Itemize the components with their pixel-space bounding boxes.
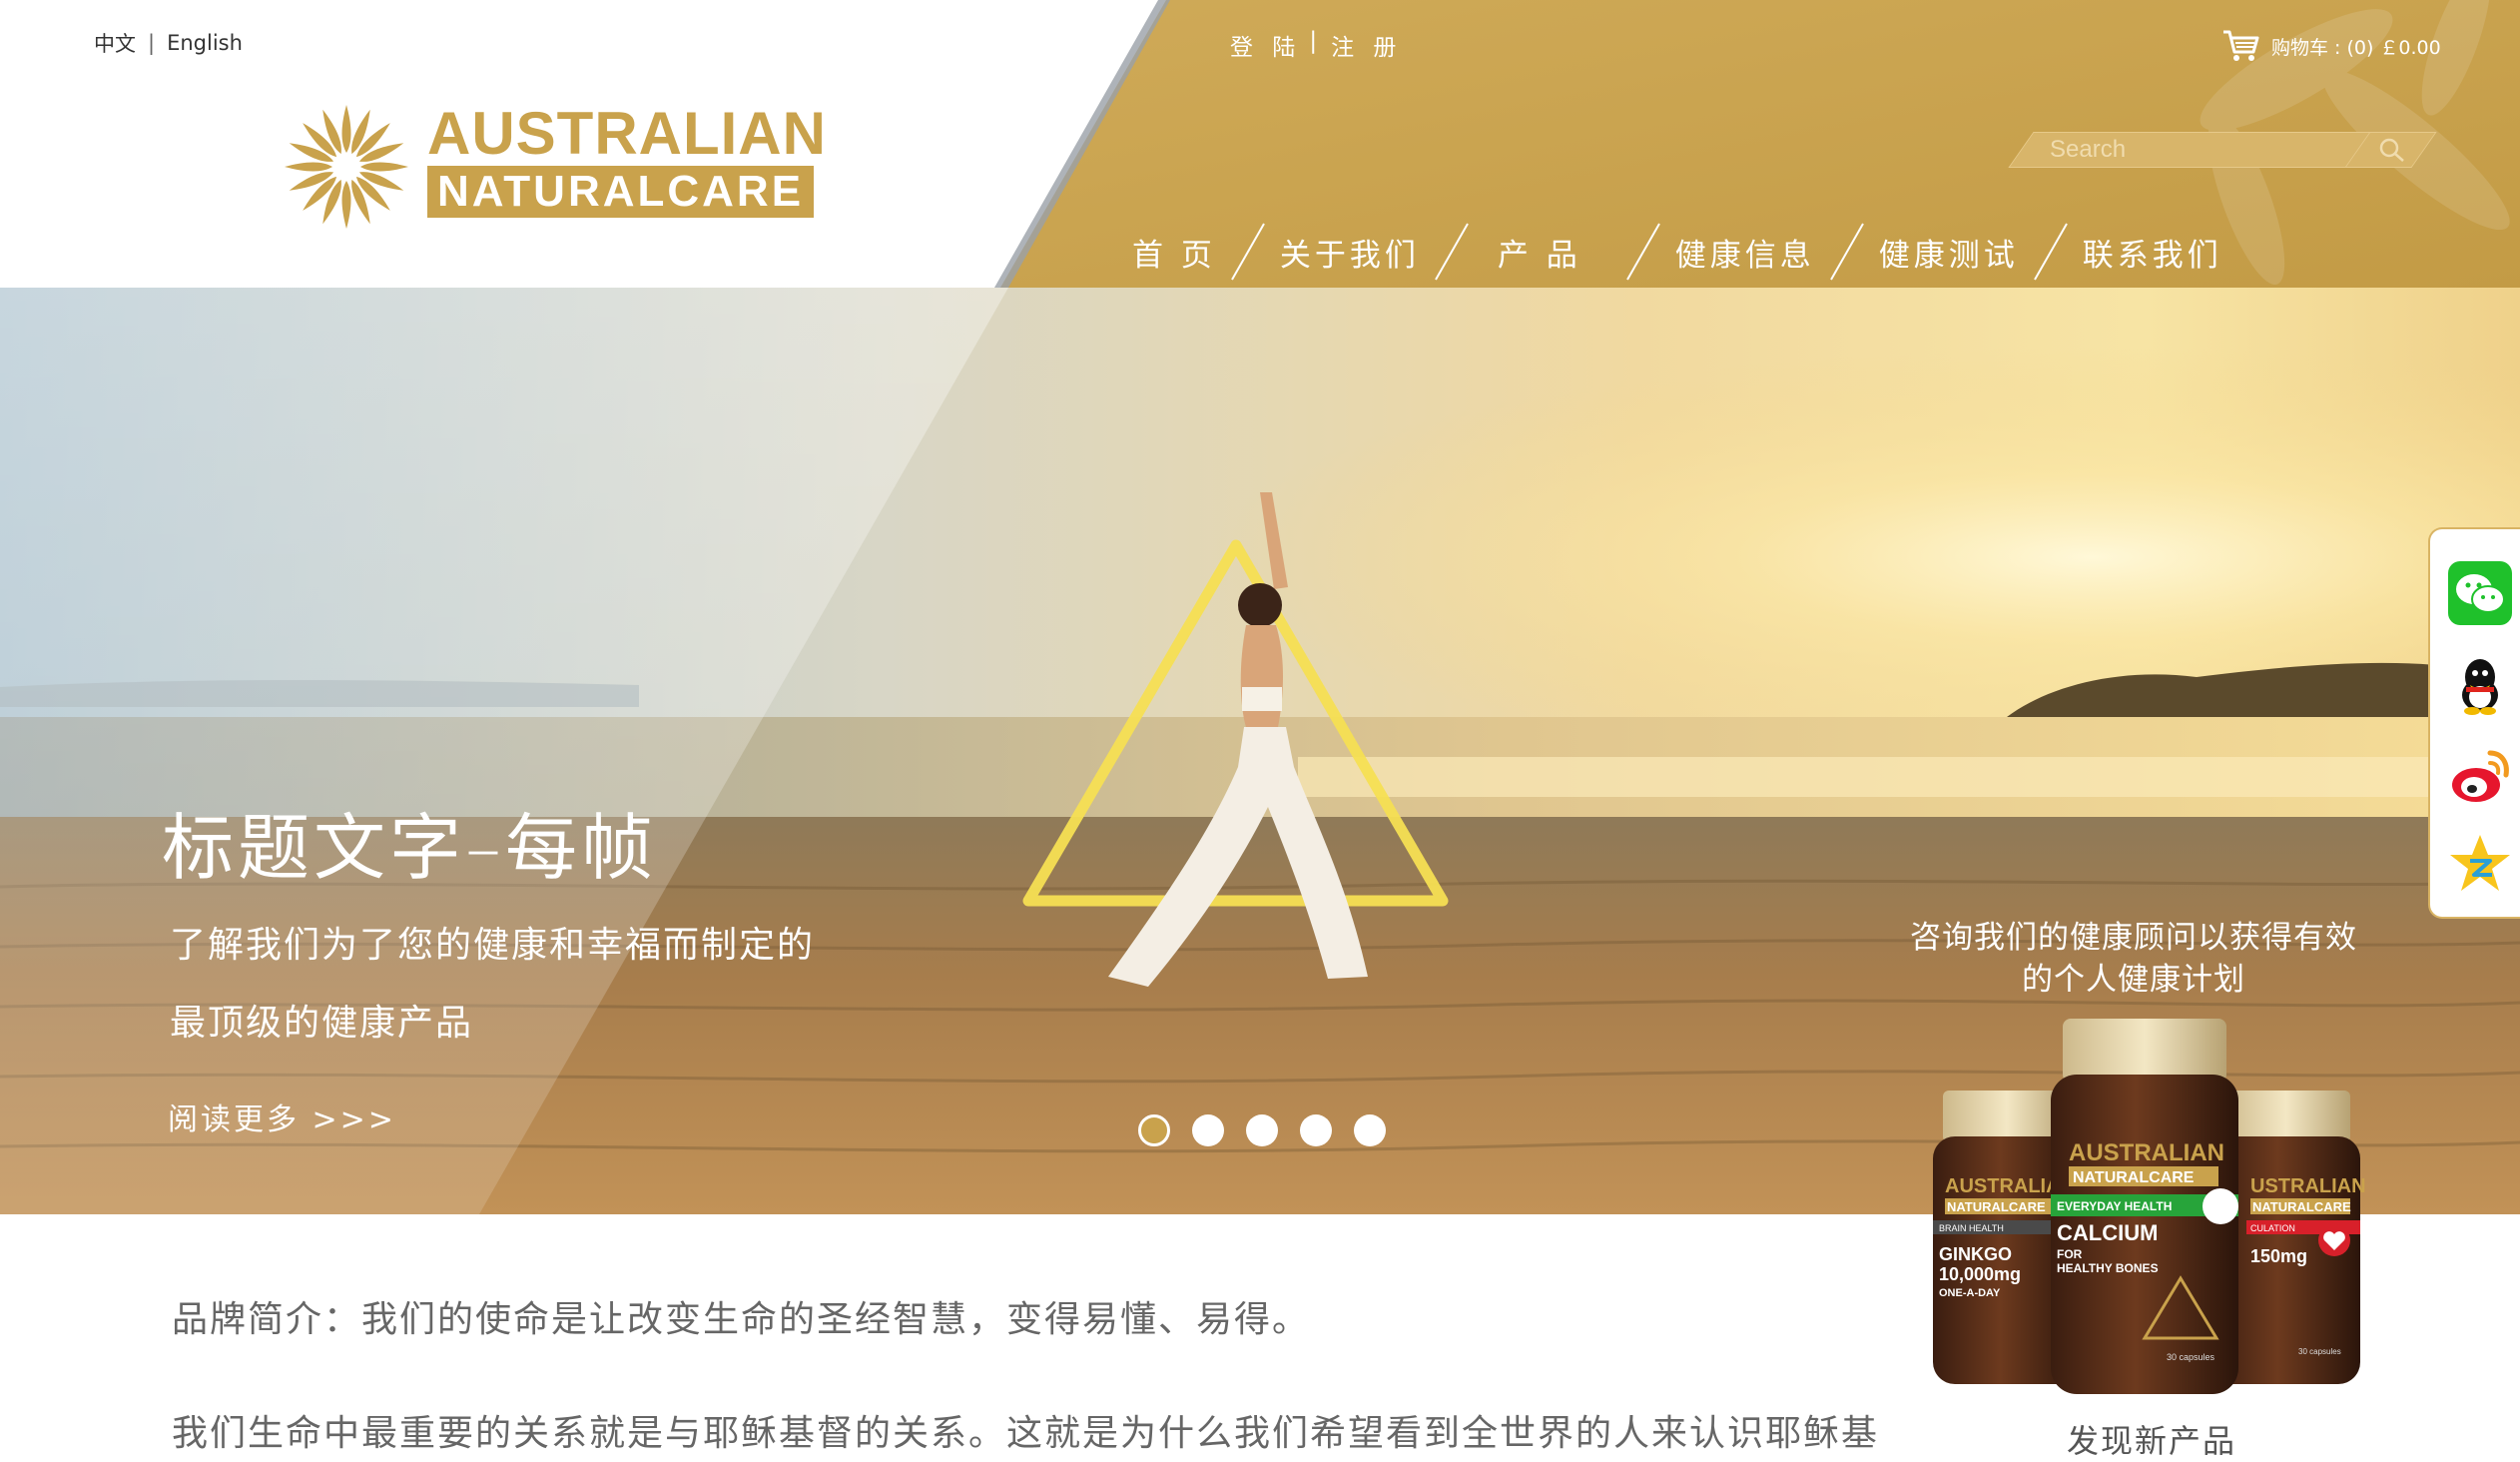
lang-separator: | bbox=[148, 31, 156, 55]
calcium-sub2: HEALTHY BONES bbox=[2057, 1261, 2159, 1275]
qq-icon[interactable] bbox=[2448, 653, 2512, 717]
register-link[interactable]: 注 册 bbox=[1331, 28, 1402, 62]
nav-divider bbox=[1434, 223, 1469, 281]
nav-products[interactable]: 产 品 bbox=[1474, 230, 1621, 275]
nav-divider bbox=[1230, 223, 1265, 281]
search-input[interactable] bbox=[2048, 135, 2347, 165]
slide-dot-5[interactable] bbox=[1354, 1114, 1386, 1146]
slide-dot-4[interactable] bbox=[1300, 1114, 1332, 1146]
qzone-icon[interactable] bbox=[2448, 831, 2512, 895]
slide-description: 了解我们为了您的健康和幸福而制定的 最顶级的健康产品 bbox=[170, 907, 869, 1063]
nav-divider bbox=[2033, 223, 2068, 281]
calcium-brand2: NATURALCARE bbox=[2073, 1169, 2195, 1186]
nav-home[interactable]: 首 页 bbox=[1122, 230, 1226, 275]
sunburst-logo-icon bbox=[285, 105, 408, 229]
circulation-count: 30 capsules bbox=[2298, 1347, 2341, 1356]
nav-divider bbox=[1829, 223, 1864, 281]
calcium-category: EVERYDAY HEALTH bbox=[2057, 1199, 2172, 1213]
search-icon bbox=[2379, 138, 2404, 162]
calcium-count: 30 capsules bbox=[2167, 1352, 2215, 1362]
ginkgo-sub: ONE-A-DAY bbox=[1939, 1287, 2001, 1299]
nav-divider bbox=[1625, 223, 1660, 281]
circulation-brand: USTRALIAN bbox=[2250, 1175, 2366, 1197]
product-calcium: AUSTRALIAN NATURALCARE EVERYDAY HEALTH C… bbox=[2051, 1019, 2238, 1394]
circulation-category: CULATION bbox=[2250, 1223, 2295, 1233]
slider-pagination bbox=[1138, 1114, 1386, 1146]
language-switcher: 中文 | English bbox=[94, 28, 243, 58]
lang-chinese-link[interactable]: 中文 bbox=[94, 28, 136, 58]
weibo-icon[interactable] bbox=[2448, 745, 2512, 809]
circulation-dose: 150mg bbox=[2250, 1246, 2307, 1266]
ginkgo-name: GINKGO bbox=[1939, 1244, 2012, 1264]
login-link[interactable]: 登 陆 bbox=[1230, 28, 1301, 62]
consult-advisor-text[interactable]: 咨询我们的健康顾问以获得有效 的个人健康计划 bbox=[1899, 917, 2368, 1001]
ginkgo-dose: 10,000mg bbox=[1939, 1264, 2021, 1284]
account-separator: | bbox=[1309, 28, 1324, 54]
slide-description-line: 了解我们为了您的健康和幸福而制定的 bbox=[170, 925, 816, 966]
social-share-bar bbox=[2428, 527, 2520, 919]
consult-line: 的个人健康计划 bbox=[2022, 962, 2245, 998]
logo-text-naturalcare: NATURALCARE bbox=[427, 166, 815, 218]
cart-icon bbox=[2223, 30, 2259, 61]
brand-paragraph: 我们生命中最重要的关系就是与耶稣基督的关系。这就是为什么我们希望看到全世界的人来… bbox=[172, 1413, 1880, 1454]
cart-summary: 购物车 : (0) ￡0.00 bbox=[2271, 36, 2441, 59]
calcium-brand: AUSTRALIAN bbox=[2069, 1139, 2224, 1166]
nav-contact[interactable]: 联系我们 bbox=[2073, 230, 2232, 275]
brand-intro: 品牌简介：我们的使命是让改变生命的圣经智慧，变得易懂、易得。 bbox=[172, 1299, 1311, 1340]
product-bottles[interactable]: AUSTRALIAN NATURALCARE BRAIN HEALTH GINK… bbox=[1917, 1009, 2376, 1408]
logo-text-australian: AUSTRALIAN bbox=[427, 100, 827, 167]
circulation-brand2: NATURALCARE bbox=[2252, 1199, 2351, 1214]
shopping-cart[interactable]: 购物车 : (0) ￡0.00 bbox=[2221, 28, 2441, 64]
nav-about[interactable]: 关于我们 bbox=[1270, 230, 1430, 275]
read-more-link[interactable]: 阅读更多 >>> bbox=[168, 1095, 396, 1138]
slide-description-line: 最顶级的健康产品 bbox=[170, 1003, 474, 1044]
account-links: 登 陆 | 注 册 bbox=[1230, 28, 1402, 62]
nav-health-test[interactable]: 健康测试 bbox=[1869, 230, 2029, 275]
consult-line: 咨询我们的健康顾问以获得有效 bbox=[1910, 920, 2357, 956]
nav-health-info[interactable]: 健康信息 bbox=[1665, 230, 1825, 275]
slide-dot-1[interactable] bbox=[1138, 1114, 1170, 1146]
new-products-link[interactable]: 发现新产品 bbox=[2067, 1416, 2236, 1462]
slide-title: 标题文字–每帧 bbox=[162, 806, 658, 890]
calcium-name: CALCIUM bbox=[2057, 1220, 2158, 1245]
ginkgo-brand2: NATURALCARE bbox=[1947, 1199, 2046, 1214]
lang-english-link[interactable]: English bbox=[167, 31, 243, 55]
slide-dot-3[interactable] bbox=[1246, 1114, 1278, 1146]
search-box bbox=[2008, 132, 2437, 168]
brand-logo[interactable]: AUSTRALIAN NATURALCARE bbox=[282, 102, 841, 232]
wechat-icon[interactable] bbox=[2448, 561, 2512, 625]
main-navigation: 首 页 关于我们 产 品 健康信息 健康测试 联系我们 bbox=[1122, 222, 2232, 282]
slide-dot-2[interactable] bbox=[1192, 1114, 1224, 1146]
site-header: 中文 | English AUSTRALIAN NATURALCARE 登 陆 … bbox=[0, 0, 2520, 288]
ginkgo-category: BRAIN HEALTH bbox=[1939, 1223, 2004, 1233]
calcium-sub1: FOR bbox=[2057, 1247, 2083, 1261]
